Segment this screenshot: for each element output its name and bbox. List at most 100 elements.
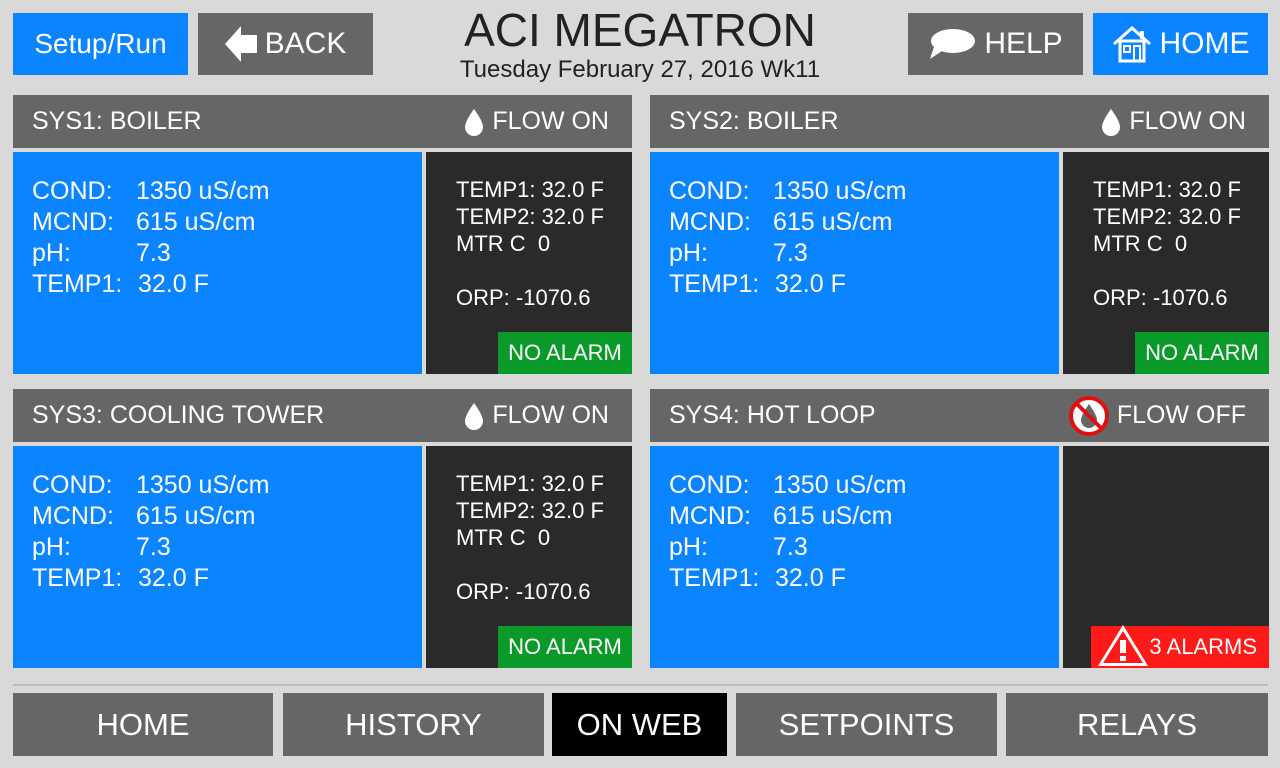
cond-value: 1350 uS/cm [136,471,270,499]
primary-readings: COND: 1350 uS/cm MCND: 615 uS/cm pH: 7.3 TE… [650,152,1059,374]
home-top-label: HOME [1159,27,1250,60]
ph-value: 7.3 [136,533,171,561]
app-title: ACI MEGATRON [464,4,816,56]
alarm-status-badge[interactable]: NO ALARM [498,626,632,668]
side-orp: ORP: -1070.6 [456,285,591,310]
no-flow-icon [1068,395,1109,436]
system-header: SYS1: BOILER FLOW ON [13,95,632,148]
temp-label: TEMP1: [32,564,123,592]
temp-label: TEMP1: [669,564,760,592]
mcnd-label: MCND: [669,502,751,530]
mcnd-label: MCND: [32,208,114,236]
back-arrow-icon [224,26,257,62]
system-name: SYS4: HOT LOOP [669,401,876,429]
system-header: SYS3: COOLING TOWER FLOW ON [13,389,632,442]
help-label: HELP [984,27,1063,60]
side-mtr: MTR C 0 [456,231,551,256]
tab-on-web[interactable]: ON WEB [552,693,727,756]
cond-value: 1350 uS/cm [136,177,270,205]
water-drop-icon [465,402,484,430]
side-temp1: TEMP1: 32.0 F [1093,177,1241,202]
temp-value: 32.0 F [138,564,209,592]
system-panel-sys3[interactable]: SYS3: COOLING TOWER FLOW ON COND: 1350 uS… [13,389,632,668]
side-mtr: MTR C 0 [456,525,551,550]
side-temp1: TEMP1: 32.0 F [456,471,604,496]
mcnd-value: 615 uS/cm [773,208,893,236]
temp-value: 32.0 F [775,270,846,298]
mcnd-value: 615 uS/cm [136,502,256,530]
temp-value: 32.0 F [775,564,846,592]
system-panel-sys1[interactable]: SYS1: BOILER FLOW ON COND: 1350 uS/cm MCN… [13,95,632,374]
cond-value: 1350 uS/cm [773,471,907,499]
temp-value: 32.0 F [138,270,209,298]
mcnd-value: 615 uS/cm [136,208,256,236]
ph-label: pH: [669,239,708,267]
date-display: Tuesday February 27, 2016 Wk11 [459,56,821,83]
water-drop-icon [465,108,484,136]
side-temp2: TEMP2: 32.0 F [1093,204,1241,229]
cond-label: COND: [669,471,750,499]
setup-run-button[interactable]: Setup/Run [13,13,188,75]
home-top-button[interactable]: HOME [1093,13,1268,75]
ph-label: pH: [669,533,708,561]
side-temp2: TEMP2: 32.0 F [456,204,604,229]
speech-bubble-icon [930,29,976,59]
tab-setpoints[interactable]: SETPOINTS [736,693,997,756]
house-icon [1112,25,1151,63]
side-orp: ORP: -1070.6 [1093,285,1228,310]
mcnd-label: MCND: [32,502,114,530]
primary-readings: COND: 1350 uS/cm MCND: 615 uS/cm pH: 7.3 TE… [650,446,1059,668]
divider [13,684,1268,686]
alarm-status-badge[interactable]: NO ALARM [498,332,632,374]
temp-label: TEMP1: [669,270,760,298]
ph-value: 7.3 [136,239,171,267]
back-button[interactable]: BACK [198,13,373,75]
alarm-status-badge[interactable]: 3 ALARMS [1091,625,1269,668]
ph-value: 7.3 [773,239,808,267]
cond-label: COND: [32,471,113,499]
help-button[interactable]: HELP [908,13,1083,75]
secondary-readings: TEMP1: 32.0 F TEMP2: 32.0 F MTR C 0 ORP:… [426,152,632,374]
setup-run-label: Setup/Run [34,28,167,59]
tab-relays[interactable]: RELAYS [1006,693,1268,756]
secondary-readings: TEMP1: 32.0 F TEMP2: 32.0 F MTR C 0 ORP:… [1063,152,1269,374]
tab-history[interactable]: HISTORY [283,693,544,756]
flow-status: FLOW ON [1101,95,1246,148]
primary-readings: COND: 1350 uS/cm MCND: 615 uS/cm pH: 7.3 TE… [13,152,422,374]
flow-label: FLOW ON [492,401,609,429]
side-orp: ORP: -1070.6 [456,579,591,604]
side-mtr: MTR C 0 [1093,231,1188,256]
system-name: SYS3: COOLING TOWER [32,401,325,429]
water-drop-icon [1102,108,1121,136]
mcnd-value: 615 uS/cm [773,502,893,530]
temp-label: TEMP1: [32,270,123,298]
ph-label: pH: [32,533,71,561]
cond-label: COND: [669,177,750,205]
side-temp1: TEMP1: 32.0 F [456,177,604,202]
flow-status: FLOW ON [464,389,609,442]
back-label: BACK [264,27,347,60]
flow-status: FLOW OFF [1068,389,1246,442]
alarm-status-badge[interactable]: NO ALARM [1135,332,1269,374]
ph-value: 7.3 [773,533,808,561]
secondary-readings: 3 ALARMS [1063,446,1269,668]
system-name: SYS1: BOILER [32,107,202,135]
alarm-count-label: 3 ALARMS [1149,634,1257,659]
flow-label: FLOW OFF [1116,401,1246,429]
warning-triangle-icon [1098,625,1148,666]
flow-label: FLOW ON [492,107,609,135]
system-panel-sys4[interactable]: SYS4: HOT LOOP FLOW OFF COND: 1350 uS/cm … [650,389,1269,668]
system-header: SYS4: HOT LOOP FLOW OFF [650,389,1269,442]
side-temp2: TEMP2: 32.0 F [456,498,604,523]
ph-label: pH: [32,239,71,267]
cond-label: COND: [32,177,113,205]
tab-home[interactable]: HOME [13,693,273,756]
flow-status: FLOW ON [464,95,609,148]
cond-value: 1350 uS/cm [773,177,907,205]
system-panel-sys2[interactable]: SYS2: BOILER FLOW ON COND: 1350 uS/cm MCN… [650,95,1269,374]
secondary-readings: TEMP1: 32.0 F TEMP2: 32.0 F MTR C 0 ORP:… [426,446,632,668]
primary-readings: COND: 1350 uS/cm MCND: 615 uS/cm pH: 7.3 TE… [13,446,422,668]
flow-label: FLOW ON [1129,107,1246,135]
system-name: SYS2: BOILER [669,107,839,135]
mcnd-label: MCND: [669,208,751,236]
